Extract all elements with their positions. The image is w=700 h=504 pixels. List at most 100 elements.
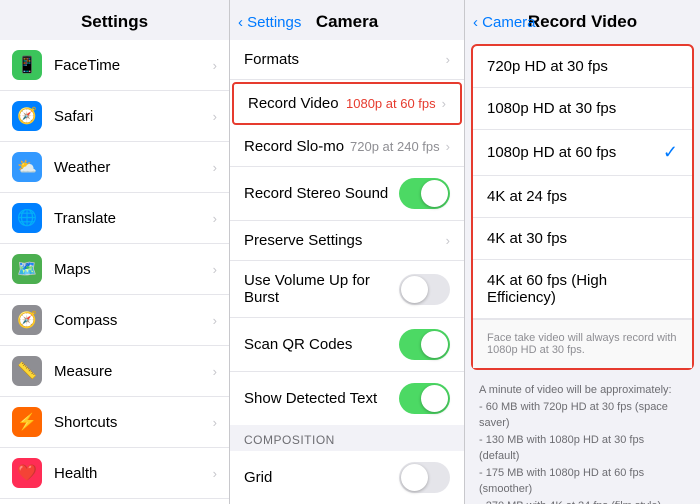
- 1080p-30-label: 1080p HD at 30 fps: [487, 100, 678, 117]
- volume-burst-label: Use Volume Up for Burst: [244, 272, 399, 306]
- stereo-label: Record Stereo Sound: [244, 185, 399, 202]
- grid-label: Grid: [244, 469, 399, 486]
- formats-label: Formats: [244, 51, 446, 68]
- settings-title-text: Settings: [81, 12, 148, 31]
- compass-label: Compass: [54, 312, 213, 329]
- qr-label: Scan QR Codes: [244, 336, 399, 353]
- chevron-left-icon: ‹: [238, 14, 243, 31]
- record-video-title: Record Video: [528, 12, 637, 32]
- settings-panel: Settings 📱 FaceTime › 🧭 Safari › ⛅ Weath…: [0, 0, 230, 504]
- 1080p-60-label: 1080p HD at 60 fps: [487, 144, 663, 161]
- stereo-toggle[interactable]: [399, 178, 450, 209]
- slo-mo-label: Record Slo-mo: [244, 138, 350, 155]
- video-option-720p-30[interactable]: 720p HD at 30 fps: [473, 46, 692, 88]
- camera-preserve-item[interactable]: Preserve Settings ›: [230, 221, 464, 261]
- camera-volume-burst-item[interactable]: Use Volume Up for Burst: [230, 261, 464, 318]
- composition-section: Grid Mirror Front Camera View Outside th…: [230, 451, 464, 504]
- video-option-4k-30[interactable]: 4K at 30 fps: [473, 218, 692, 260]
- 4k-24-label: 4K at 24 fps: [487, 188, 678, 205]
- video-option-1080p-60[interactable]: 1080p HD at 60 fps ✓: [473, 130, 692, 176]
- preserve-chevron: ›: [446, 233, 450, 248]
- safari-chevron: ›: [213, 109, 217, 124]
- shortcuts-label: Shortcuts: [54, 414, 213, 431]
- checkmark-icon: ✓: [663, 142, 678, 163]
- camera-stereo-item[interactable]: Record Stereo Sound: [230, 167, 464, 221]
- sidebar-item-facetime[interactable]: 📱 FaceTime ›: [0, 40, 229, 91]
- camera-top-section: Formats › Record Video 1080p at 60 fps ›…: [230, 40, 464, 425]
- maps-icon: 🗺️: [12, 254, 42, 284]
- shortcuts-chevron: ›: [213, 415, 217, 430]
- record-video-label: Record Video: [248, 95, 346, 112]
- record-video-header: ‹ Camera Record Video: [465, 0, 700, 40]
- slo-mo-chevron: ›: [446, 139, 450, 154]
- sidebar-item-weather[interactable]: ⛅ Weather ›: [0, 142, 229, 193]
- video-option-1080p-30[interactable]: 1080p HD at 30 fps: [473, 88, 692, 130]
- safari-icon: 🧭: [12, 101, 42, 131]
- maps-label: Maps: [54, 261, 213, 278]
- sidebar-item-measure[interactable]: 📏 Measure ›: [0, 346, 229, 397]
- formats-chevron: ›: [446, 52, 450, 67]
- detected-text-label: Show Detected Text: [244, 390, 399, 407]
- record-video-panel: ‹ Camera Record Video 720p HD at 30 fps …: [465, 0, 700, 504]
- camera-qr-item[interactable]: Scan QR Codes: [230, 318, 464, 372]
- camera-detected-text-item[interactable]: Show Detected Text: [230, 372, 464, 425]
- camera-settings-list: Formats › Record Video 1080p at 60 fps ›…: [230, 40, 464, 504]
- sidebar-item-translate[interactable]: 🌐 Translate ›: [0, 193, 229, 244]
- shortcuts-icon: ⚡: [12, 407, 42, 437]
- measure-chevron: ›: [213, 364, 217, 379]
- 4k-60-label: 4K at 60 fps (High Efficiency): [487, 272, 678, 306]
- sidebar-item-compass[interactable]: 🧭 Compass ›: [0, 295, 229, 346]
- facetime-label: FaceTime: [54, 57, 213, 74]
- camera-record-video-item[interactable]: Record Video 1080p at 60 fps ›: [232, 82, 462, 125]
- front-camera-note: Face take video will always record with …: [487, 332, 678, 356]
- sidebar-item-maps[interactable]: 🗺️ Maps ›: [0, 244, 229, 295]
- video-option-4k-60[interactable]: 4K at 60 fps (High Efficiency): [473, 260, 692, 319]
- translate-icon: 🌐: [12, 203, 42, 233]
- composition-header: COMPOSITION: [230, 425, 464, 451]
- camera-panel: ‹ Settings Camera Formats › Record Video…: [230, 0, 465, 504]
- detected-text-toggle[interactable]: [399, 383, 450, 414]
- translate-chevron: ›: [213, 211, 217, 226]
- sidebar-item-music[interactable]: 🎵 Music ›: [0, 499, 229, 504]
- safari-label: Safari: [54, 108, 213, 125]
- translate-label: Translate: [54, 210, 213, 227]
- preserve-label: Preserve Settings: [244, 232, 446, 249]
- maps-chevron: ›: [213, 262, 217, 277]
- 720p-30-label: 720p HD at 30 fps: [487, 58, 678, 75]
- health-label: Health: [54, 465, 213, 482]
- video-info-text: A minute of video will be approximately:…: [465, 374, 700, 504]
- health-chevron: ›: [213, 466, 217, 481]
- slo-mo-value: 720p at 240 fps: [350, 139, 440, 154]
- sidebar-item-health[interactable]: ❤️ Health ›: [0, 448, 229, 499]
- record-video-chevron: ›: [442, 96, 446, 111]
- record-video-back-label: Camera: [482, 14, 535, 31]
- measure-icon: 📏: [12, 356, 42, 386]
- facetime-icon: 📱: [12, 50, 42, 80]
- camera-back-button[interactable]: ‹ Settings: [238, 14, 301, 31]
- camera-formats-item[interactable]: Formats ›: [230, 40, 464, 80]
- volume-burst-toggle[interactable]: [399, 274, 450, 305]
- record-video-back-button[interactable]: ‹ Camera: [473, 14, 536, 31]
- camera-title: Camera: [316, 12, 378, 32]
- settings-title: Settings: [0, 0, 229, 40]
- weather-chevron: ›: [213, 160, 217, 175]
- camera-panel-header: ‹ Settings Camera: [230, 0, 464, 40]
- chevron-left-icon: ‹: [473, 14, 478, 31]
- weather-label: Weather: [54, 159, 213, 176]
- camera-slo-mo-item[interactable]: Record Slo-mo 720p at 240 fps ›: [230, 127, 464, 167]
- camera-grid-item[interactable]: Grid: [230, 451, 464, 504]
- sidebar-item-shortcuts[interactable]: ⚡ Shortcuts ›: [0, 397, 229, 448]
- 4k-30-label: 4K at 30 fps: [487, 230, 678, 247]
- sidebar-item-safari[interactable]: 🧭 Safari ›: [0, 91, 229, 142]
- video-option-4k-24[interactable]: 4K at 24 fps: [473, 176, 692, 218]
- settings-list: 📱 FaceTime › 🧭 Safari › ⛅ Weather › 🌐 Tr…: [0, 40, 229, 504]
- grid-toggle[interactable]: [399, 462, 450, 493]
- compass-chevron: ›: [213, 313, 217, 328]
- video-options-container: 720p HD at 30 fps 1080p HD at 30 fps 108…: [471, 44, 694, 370]
- weather-icon: ⛅: [12, 152, 42, 182]
- compass-icon: 🧭: [12, 305, 42, 335]
- camera-back-label: Settings: [247, 14, 301, 31]
- record-video-value: 1080p at 60 fps: [346, 96, 436, 111]
- qr-toggle[interactable]: [399, 329, 450, 360]
- health-icon: ❤️: [12, 458, 42, 488]
